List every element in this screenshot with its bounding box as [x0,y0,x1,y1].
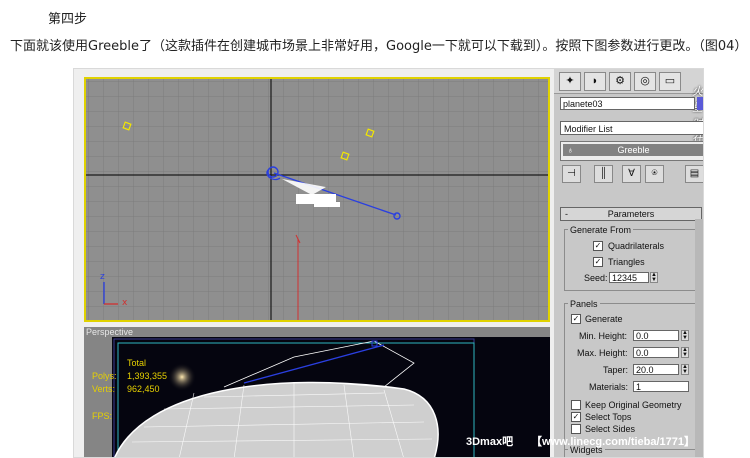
show-end-result-icon[interactable]: ║ [594,165,613,183]
stats-verts-value: 962,450 [127,384,160,394]
select-tops-checkbox[interactable]: ✓ [571,412,581,422]
watermark-site: 3Dmax吧 [466,436,514,448]
command-panel: ✦ ◗ ⚙ ◎ ▭ 火星时代 planete03 Modifier List ♁… [554,69,703,457]
axis-z-label: z [100,272,105,282]
generate-label: Generate [585,314,623,324]
seed-input[interactable]: 12345 [609,272,649,283]
panels-title: Panels [568,299,600,309]
motion-tab-icon[interactable]: ◎ [634,72,656,91]
top-viewport[interactable]: z x [84,77,550,322]
parameters-title: Parameters [607,209,655,219]
bulb-icon[interactable]: ♁ [567,144,574,156]
keep-original-checkbox[interactable] [571,400,581,410]
object-name-field[interactable]: planete03 [560,97,695,110]
object-color-swatch[interactable] [697,97,703,110]
max-screenshot: z x Perspective Total Polys: 1,393,355 V… [73,68,704,458]
keep-original-label: Keep Original Geometry [585,400,682,410]
generate-checkbox[interactable]: ✓ [571,314,581,324]
materials-label: Materials: [589,382,629,392]
command-panel-tabs: ✦ ◗ ⚙ ◎ ▭ [554,69,703,94]
generate-from-title: Generate From [568,225,634,235]
stack-controls: ⊣ ║ ∀ ⍟ ▤ [560,165,703,183]
taper-label: Taper: [603,365,629,375]
quadrilaterals-label: Quadrilaterals [608,241,665,251]
stats-verts-label: Verts: [92,384,116,394]
seed-label: Seed: [584,273,608,283]
perspective-label: Perspective [86,327,134,337]
stats-fps-label: FPS: [92,411,113,421]
top-viewport-canvas [86,79,548,320]
select-tops-label: Select Tops [585,412,632,422]
create-tab-icon[interactable]: ✦ [559,72,581,91]
make-unique-icon[interactable]: ∀ [622,165,641,183]
triangles-label: Triangles [608,257,645,267]
configure-sets-icon[interactable]: ▤ [685,165,703,183]
panel-scrollbar[interactable] [695,219,703,457]
intro-paragraph: 下面就该使用Greeble了（这款插件在创建城市场景上非常好用，Google一下… [10,39,748,54]
generate-from-group: Generate From ✓ Quadrilaterals ✓ Triangl… [564,225,696,291]
widgets-group: Widgets [564,445,696,457]
axis-x-label: x [122,298,128,308]
stats-total-label: Total [127,358,147,368]
stats-polys-label: Polys: [92,371,117,381]
min-height-label: Min. Height: [579,331,628,341]
stack-item-greeble[interactable]: ♁ Greeble [563,144,703,156]
max-height-spinner[interactable]: ▲ ▼ [681,347,689,358]
hierarchy-tab-icon[interactable]: ⚙ [609,72,631,91]
display-tab-icon[interactable]: ▭ [659,72,681,91]
stack-item-label: Greeble [617,145,650,155]
min-height-spinner[interactable]: ▲ ▼ [681,330,689,341]
pin-stack-icon[interactable]: ⊣ [562,165,581,183]
modifier-list-dropdown[interactable]: Modifier List [560,121,703,135]
remove-modifier-icon[interactable]: ⍟ [645,165,664,183]
materials-input[interactable]: 1 [633,381,689,392]
quadrilaterals-checkbox[interactable]: ✓ [593,241,603,251]
site-logo: 火星时代 [692,85,703,146]
taper-input[interactable]: 20.0 [633,364,679,375]
watermark-url: 【www.linecg.com/tieba/1771】 [531,436,696,448]
modifier-stack: ♁ Greeble [560,141,703,161]
max-height-label: Max. Height: [577,348,628,358]
max-height-input[interactable]: 0.0 [633,347,679,358]
parameters-rollout-header[interactable]: - Parameters [560,207,702,221]
taper-spinner[interactable]: ▲ ▼ [681,364,689,375]
seed-spinner[interactable]: ▲ ▼ [650,272,658,283]
min-height-input[interactable]: 0.0 [633,330,679,341]
step-heading: 第四步 [48,12,88,27]
modify-tab-icon[interactable]: ◗ [584,72,606,91]
stats-polys-value: 1,393,355 [127,371,168,381]
triangles-checkbox[interactable]: ✓ [593,257,603,267]
